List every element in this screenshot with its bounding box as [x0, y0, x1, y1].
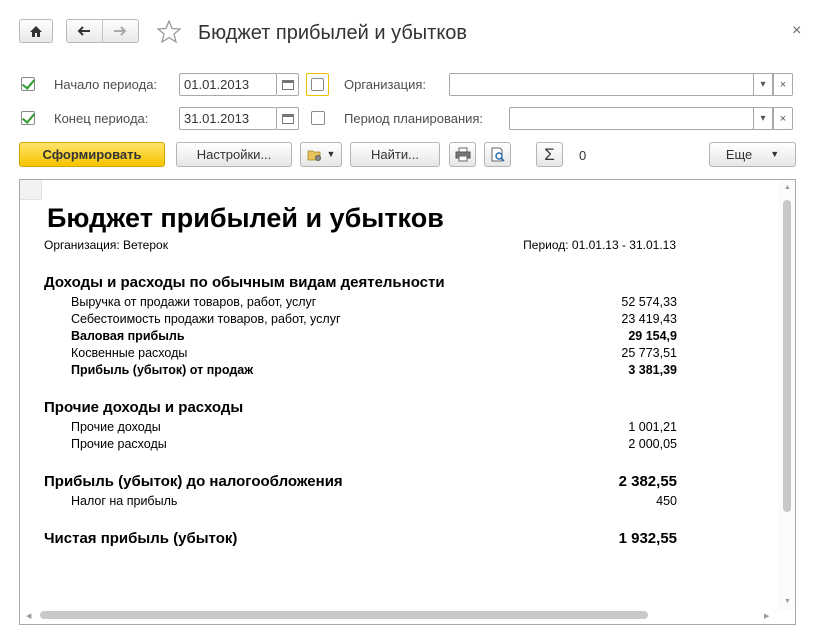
clear-icon: × — [779, 78, 787, 91]
chevron-down-icon: ▼ — [326, 149, 336, 159]
scroll-up-icon[interactable]: ▲ — [784, 184, 791, 191]
calendar-icon — [281, 113, 294, 124]
back-button[interactable] — [67, 20, 103, 42]
row-value: 25 773,51 — [621, 346, 677, 360]
close-icon[interactable]: × — [792, 22, 801, 40]
report-organization: Организация: Ветерок — [44, 238, 168, 252]
sigma-icon: Σ — [544, 145, 555, 164]
row-label: Прибыль (убыток) от продаж — [71, 363, 254, 377]
chevron-down-icon: ▾ — [760, 113, 766, 124]
chevron-down-icon: ▾ — [760, 79, 766, 90]
window-title: Бюджет прибылей и убытков — [198, 22, 468, 44]
planning-period-checkbox[interactable] — [311, 111, 325, 125]
table-row: Прочие доходы 1 001,21 — [71, 420, 677, 436]
vertical-scroll-thumb[interactable] — [783, 200, 791, 512]
planning-period-dropdown-button[interactable]: ▾ — [753, 107, 773, 130]
table-row: Прибыль (убыток) от продаж 3 381,39 — [71, 363, 677, 379]
row-label: Себестоимость продажи товаров, работ, ус… — [71, 312, 341, 326]
planning-period-clear-button[interactable]: × — [773, 107, 793, 130]
row-value: 3 381,39 — [628, 363, 677, 377]
table-row: Косвенные расходы 25 773,51 — [71, 346, 677, 362]
report-period: Период: 01.01.13 - 31.01.13 — [523, 238, 676, 252]
forward-button[interactable] — [103, 20, 139, 42]
row-value: 1 932,55 — [618, 530, 677, 547]
print-preview-icon — [491, 147, 505, 162]
clear-icon: × — [779, 112, 787, 125]
history-nav — [66, 19, 139, 43]
organization-clear-button[interactable]: × — [773, 73, 793, 96]
planning-period-label: Период планирования: — [344, 111, 484, 126]
horizontal-scroll-thumb[interactable] — [40, 611, 648, 619]
calendar-icon — [281, 79, 294, 90]
end-calendar-button[interactable] — [277, 107, 299, 130]
vertical-scrollbar[interactable]: ▲ ▼ — [779, 180, 795, 610]
scroll-left-icon[interactable]: ◀ — [26, 612, 31, 620]
sum-button[interactable]: Σ — [536, 142, 563, 167]
end-period-label: Конец периода: — [54, 111, 149, 126]
arrow-left-icon — [77, 26, 91, 36]
row-value: 450 — [656, 494, 677, 508]
print-preview-button[interactable] — [484, 142, 511, 167]
scroll-down-icon[interactable]: ▼ — [784, 598, 791, 605]
report-spreadsheet[interactable]: Бюджет прибылей и убытков Организация: В… — [19, 179, 796, 625]
row-label: Косвенные расходы — [71, 346, 188, 360]
settings-button[interactable]: Настройки... — [176, 142, 292, 167]
start-calendar-button[interactable] — [277, 73, 299, 96]
row-label: Прибыль (убыток) до налогообложения — [44, 473, 343, 490]
row-label: Выручка от продажи товаров, работ, услуг — [71, 295, 317, 309]
row-value: 1 001,21 — [628, 420, 677, 434]
row-label: Прочие расходы — [71, 437, 167, 451]
table-row: Прочие расходы 2 000,05 — [71, 437, 677, 453]
start-period-input[interactable]: 01.01.2013 — [179, 73, 277, 96]
arrow-right-icon — [114, 26, 127, 36]
end-period-checkbox[interactable] — [21, 111, 35, 125]
star-icon[interactable] — [157, 20, 181, 43]
sheet-corner — [20, 180, 42, 200]
chevron-down-icon: ▼ — [770, 149, 780, 159]
row-label: Валовая прибыль — [71, 329, 185, 343]
organization-dropdown-button[interactable]: ▾ — [753, 73, 773, 96]
folder-gear-icon — [307, 150, 321, 161]
table-row: Себестоимость продажи товаров, работ, ус… — [71, 312, 677, 328]
org-toggle-checkbox[interactable] — [306, 73, 329, 96]
row-value: 2 382,55 — [618, 473, 677, 490]
organization-label: Организация: — [344, 77, 427, 92]
home-icon — [30, 25, 42, 37]
row-value: 29 154,9 — [628, 329, 677, 343]
print-button[interactable] — [449, 142, 476, 167]
variants-button[interactable]: ▼ — [300, 142, 342, 167]
row-label: Налог на прибыль — [71, 494, 178, 508]
more-button[interactable]: Еще ▼ — [709, 142, 796, 167]
report-title: Бюджет прибылей и убытков — [47, 203, 444, 233]
more-label: Еще — [725, 147, 753, 162]
pretax-profit-row: Прибыль (убыток) до налогообложения 2 38… — [44, 473, 677, 491]
table-row: Выручка от продажи товаров, работ, услуг… — [71, 295, 677, 311]
row-value: 23 419,43 — [621, 312, 677, 326]
row-label: Чистая прибыль (убыток) — [44, 530, 238, 547]
table-row: Налог на прибыль 450 — [71, 494, 677, 510]
find-button[interactable]: Найти... — [350, 142, 440, 167]
start-period-label: Начало периода: — [54, 77, 158, 92]
table-row: Валовая прибыль 29 154,9 — [71, 329, 677, 345]
sum-value: 0 — [579, 148, 587, 163]
home-button[interactable] — [19, 19, 53, 43]
section-other-title: Прочие доходы и расходы — [44, 399, 244, 416]
row-value: 52 574,33 — [621, 295, 677, 309]
end-period-input[interactable]: 31.01.2013 — [179, 107, 277, 130]
organization-input[interactable] — [449, 73, 754, 96]
planning-period-input[interactable] — [509, 107, 754, 130]
net-profit-row: Чистая прибыль (убыток) 1 932,55 — [44, 530, 677, 548]
generate-button[interactable]: Сформировать — [19, 142, 165, 167]
section-ordinary-title: Доходы и расходы по обычным видам деятел… — [44, 274, 445, 291]
start-period-checkbox[interactable] — [21, 77, 35, 91]
row-value: 2 000,05 — [628, 437, 677, 451]
row-label: Прочие доходы — [71, 420, 161, 434]
printer-icon — [455, 147, 470, 162]
scroll-right-icon[interactable]: ▶ — [764, 612, 769, 620]
